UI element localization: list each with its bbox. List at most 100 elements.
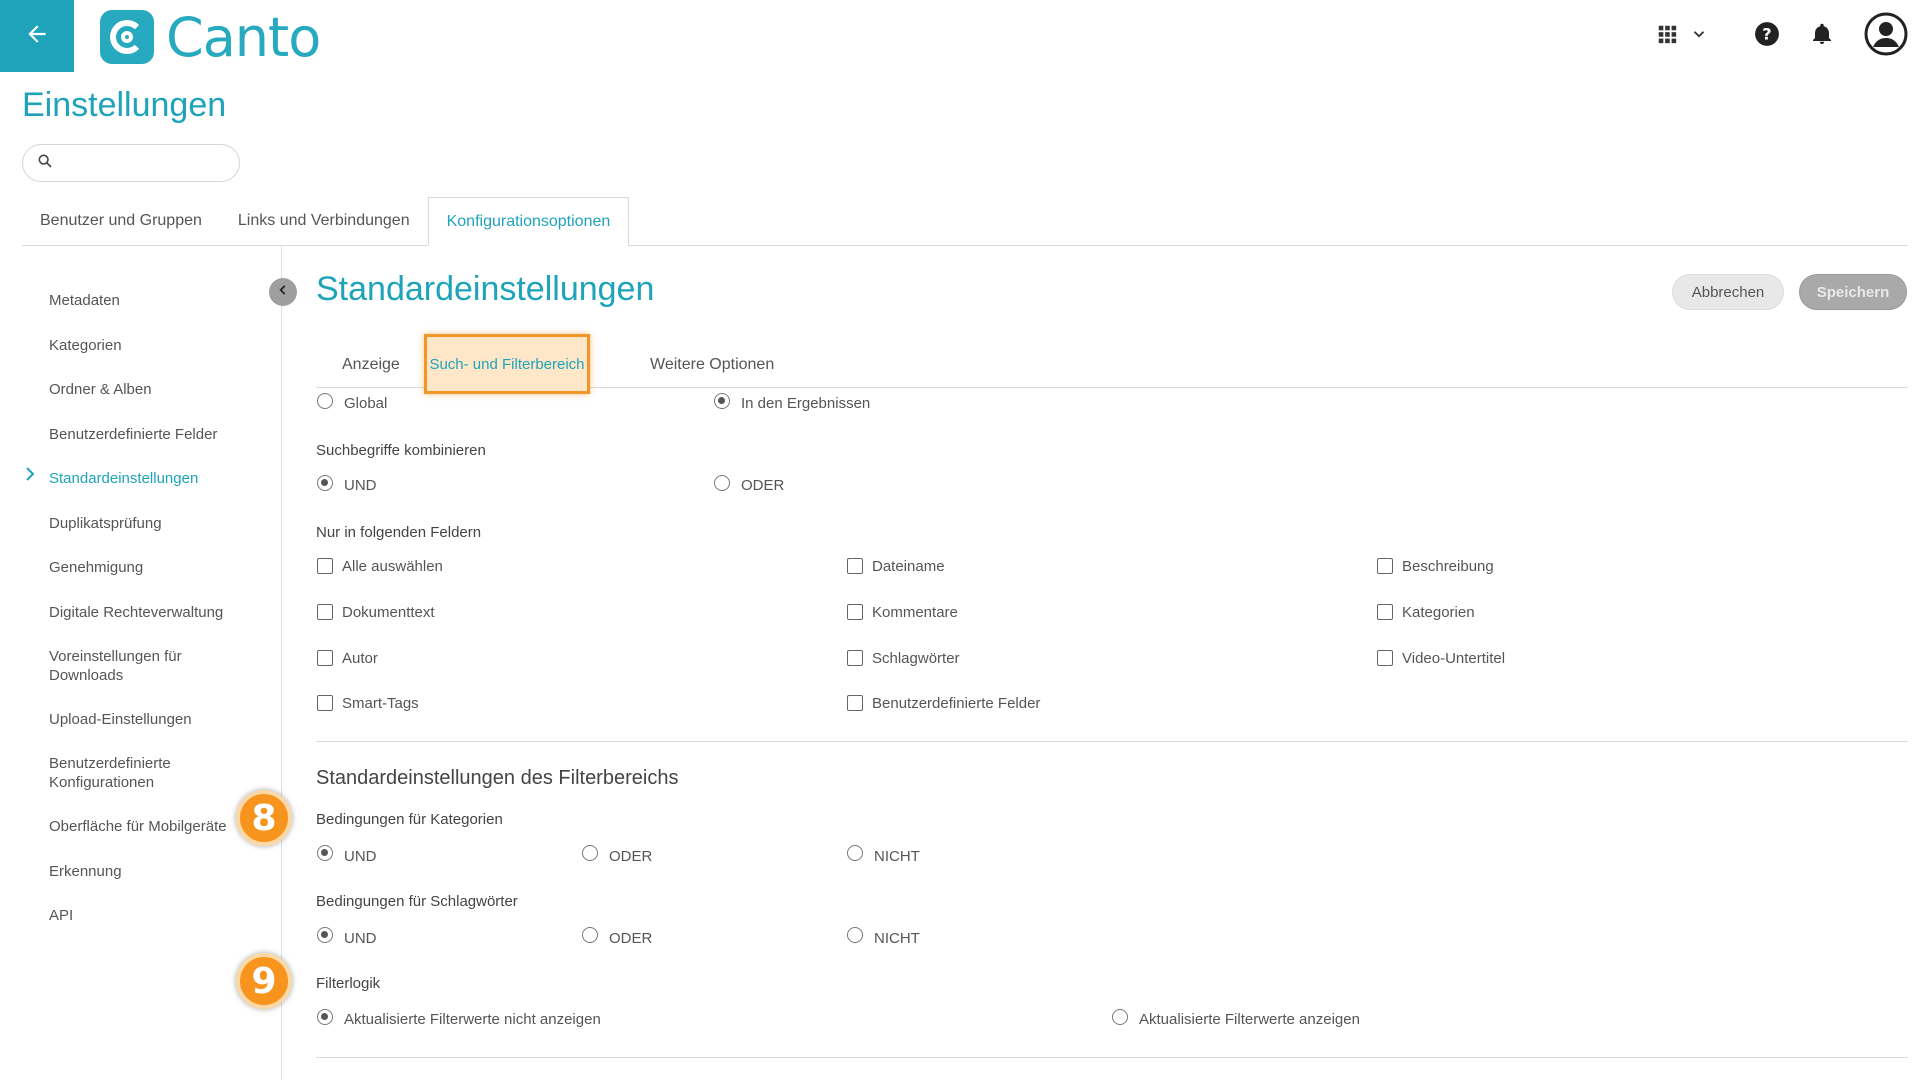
apps-grid-icon [1656,23,1678,50]
active-chevron-icon [24,466,36,487]
checkbox-kategorien[interactable] [1377,604,1393,620]
cancel-button[interactable]: Abbrechen [1672,274,1784,310]
sidebar-item-ordner-alben[interactable]: Ordner & Alben [49,380,152,399]
collapse-sidebar-button[interactable] [269,278,297,306]
help-icon: ? [1754,21,1780,52]
categories-conditions-label: Bedingungen für Kategorien [316,811,503,828]
sidebar-item-metadaten[interactable]: Metadaten [49,291,120,310]
checkbox-schlagwoerter[interactable] [847,650,863,666]
radio-keywords-und-label: UND [344,930,377,947]
checkbox-kommentare[interactable] [847,604,863,620]
radio-keywords-oder-label: ODER [609,930,653,947]
sidebar-item-standardeinstellungen[interactable]: Standardeinstellungen [49,469,198,488]
checkbox-video-untertitel[interactable] [1377,650,1393,666]
main-tabs: Benutzer und Gruppen Links und Verbindun… [22,197,1908,246]
radio-keywords-nicht[interactable] [847,927,863,943]
canto-logo: Canto [100,6,321,69]
subtab-such-und-filterbereich[interactable]: Such- und Filterbereich [424,334,590,394]
sidebar-item-benutzerdefinierte-konfigurationen[interactable]: Benutzerdefinierte Konfigurationen [49,754,209,792]
sidebar-item-upload-einstellungen[interactable]: Upload-Einstellungen [49,710,192,729]
checkbox-autor-label: Autor [342,650,378,667]
radio-combine-oder-label: ODER [741,477,785,494]
settings-sidebar: Metadaten Kategorien Ordner & Alben Benu… [0,246,282,1080]
top-right-toolbar: ? [1656,0,1920,72]
sidebar-item-benutzerdefinierte-felder[interactable]: Benutzerdefinierte Felder [49,425,217,444]
notifications-button[interactable] [1810,21,1834,52]
radio-in-den-ergebnissen-label: In den Ergebnissen [741,395,871,412]
page-title: Einstellungen [22,86,227,124]
chevron-left-icon [276,283,290,302]
chevron-down-icon [1690,25,1708,48]
svg-text:?: ? [1762,24,1771,43]
tab-benutzer-und-gruppen[interactable]: Benutzer und Gruppen [22,197,220,245]
sidebar-item-kategorien[interactable]: Kategorien [49,336,122,355]
radio-filter-values-show-label: Aktualisierte Filterwerte anzeigen [1139,1011,1360,1028]
settings-search[interactable] [22,144,240,182]
back-button[interactable] [0,0,74,72]
radio-keywords-und[interactable] [317,927,333,943]
canto-logo-icon [100,10,154,64]
radio-in-den-ergebnissen[interactable] [714,393,730,409]
user-avatar-icon [1864,12,1908,61]
sidebar-item-voreinstellungen-downloads[interactable]: Voreinstellungen für Downloads [49,647,229,685]
search-icon [37,153,53,174]
sidebar-item-genehmigung[interactable]: Genehmigung [49,558,143,577]
combine-label: Suchbegriffe kombinieren [316,442,486,459]
radio-categories-nicht[interactable] [847,845,863,861]
radio-categories-und[interactable] [317,845,333,861]
radio-combine-und[interactable] [317,475,333,491]
apps-menu-button[interactable] [1656,23,1708,50]
subtab-anzeige[interactable]: Anzeige [342,356,400,374]
checkbox-schlagwoerter-label: Schlagwörter [872,650,960,667]
checkbox-dateiname[interactable] [847,558,863,574]
checkbox-beschreibung[interactable] [1377,558,1393,574]
tab-links-und-verbindungen[interactable]: Links und Verbindungen [220,197,428,245]
content-title: Standardeinstellungen [316,270,655,308]
checkbox-dateiname-label: Dateiname [872,558,945,575]
radio-filter-values-hide-label: Aktualisierte Filterwerte nicht anzeigen [344,1011,601,1028]
fields-label: Nur in folgenden Feldern [316,524,482,541]
sub-tabs: Anzeige Such- und Filterbereich Weitere … [316,334,1908,394]
logo-text: Canto [166,5,321,69]
bottom-divider [316,1057,1908,1058]
radio-combine-und-label: UND [344,477,377,494]
filter-logic-label: Filterlogik [316,975,381,992]
sidebar-item-api[interactable]: API [49,906,73,925]
bell-icon [1810,21,1834,52]
checkbox-autor[interactable] [317,650,333,666]
checkbox-beschreibung-label: Beschreibung [1402,558,1494,575]
section-divider [316,741,1908,742]
help-button[interactable]: ? [1754,21,1780,52]
checkbox-alle-auswaehlen[interactable] [317,558,333,574]
subtab-such-und-filterbereich-label: Such- und Filterbereich [429,355,585,373]
sidebar-item-digitale-rechteverwaltung[interactable]: Digitale Rechteverwaltung [49,603,223,622]
checkbox-video-untertitel-label: Video-Untertitel [1402,650,1506,667]
search-input[interactable] [61,155,221,171]
radio-categories-und-label: UND [344,848,377,865]
radio-filter-values-show[interactable] [1112,1009,1128,1025]
checkbox-smart-tags-label: Smart-Tags [342,695,419,712]
radio-global[interactable] [317,393,333,409]
save-button[interactable]: Speichern [1799,274,1907,310]
radio-filter-values-hide[interactable] [317,1009,333,1025]
checkbox-smart-tags[interactable] [317,695,333,711]
callout-badge-9: 9 [236,953,292,1009]
user-menu-button[interactable] [1864,12,1908,61]
checkbox-benutzerdefinierte-felder[interactable] [847,695,863,711]
callout-badge-8: 8 [236,790,292,846]
filter-section-heading: Standardeinstellungen des Filterbereichs [316,767,679,789]
sidebar-item-duplikatspruefung[interactable]: Duplikatsprüfung [49,514,162,533]
subtab-weitere-optionen[interactable]: Weitere Optionen [650,356,774,374]
checkbox-dokumenttext[interactable] [317,604,333,620]
radio-keywords-oder[interactable] [582,927,598,943]
sidebar-item-erkennung[interactable]: Erkennung [49,862,122,881]
checkbox-benutzerdefinierte-felder-label: Benutzerdefinierte Felder [872,695,1041,712]
tab-konfigurationsoptionen[interactable]: Konfigurationsoptionen [427,197,630,246]
radio-combine-oder[interactable] [714,475,730,491]
radio-categories-oder-label: ODER [609,848,653,865]
radio-categories-oder[interactable] [582,845,598,861]
sidebar-item-oberflaeche-mobilgeraete[interactable]: Oberfläche für Mobilgeräte [49,817,245,836]
radio-global-label: Global [344,395,388,412]
checkbox-kommentare-label: Kommentare [872,604,958,621]
keywords-conditions-label: Bedingungen für Schlagwörter [316,893,518,910]
